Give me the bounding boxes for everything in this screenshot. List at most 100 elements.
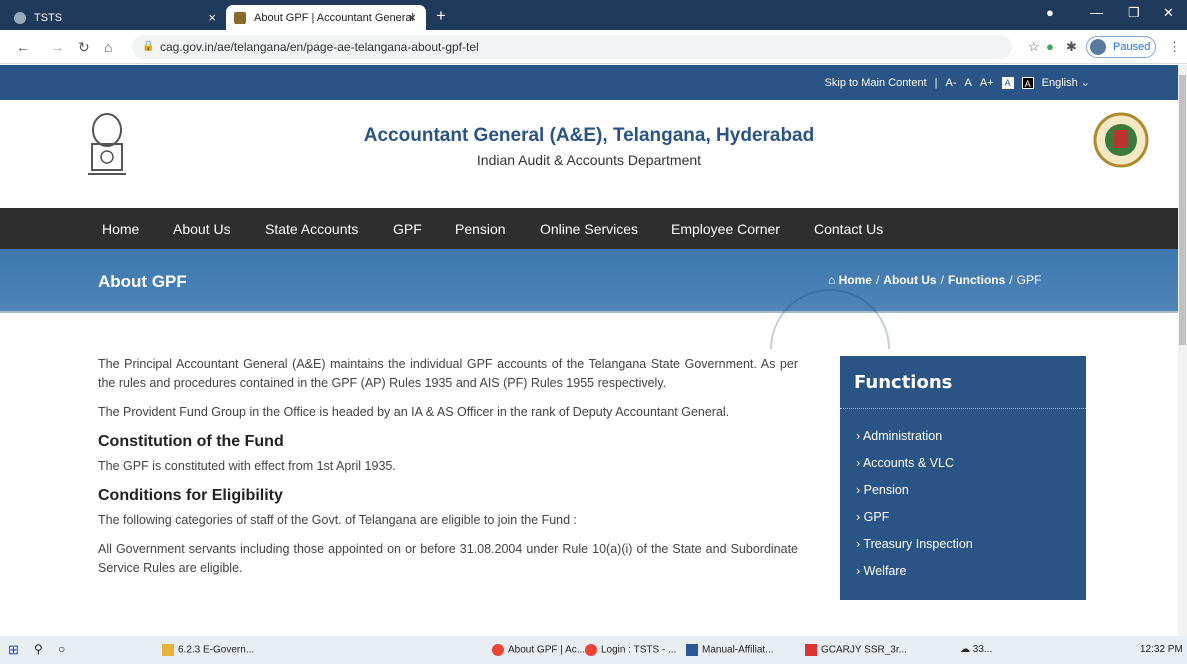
taskbar-item-label: About GPF | Ac... <box>508 644 586 656</box>
font-decrease-button[interactable]: A- <box>946 77 957 89</box>
avatar <box>1090 39 1106 55</box>
word-icon <box>686 644 698 656</box>
pf-group-paragraph: The Provident Fund Group in the Office i… <box>98 405 730 419</box>
sidebar-item-label: Pension <box>863 483 909 497</box>
windows-start-icon[interactable]: ⊞ <box>8 642 19 658</box>
tab-tsts[interactable]: TSTS × <box>6 5 226 30</box>
home-icon: ⌂ <box>828 273 839 287</box>
breadcrumb-current: GPF <box>1016 273 1042 287</box>
tab-label: About GPF | Accountant General <box>254 11 415 24</box>
extensions-puzzle-icon[interactable]: ✱ <box>1066 39 1077 55</box>
reload-icon[interactable]: ↻ <box>78 39 90 56</box>
scrollbar-thumb[interactable] <box>1179 75 1186 345</box>
font-increase-button[interactable]: A+ <box>980 77 994 89</box>
extension-icon[interactable]: ● <box>1046 39 1054 54</box>
breadcrumb-about-us[interactable]: About Us <box>883 273 936 287</box>
home-icon[interactable]: ⌂ <box>104 39 112 55</box>
national-emblem-icon <box>88 113 126 175</box>
taskbar-item-about-gpf[interactable]: About GPF | Ac... <box>492 644 585 656</box>
folder-icon <box>162 644 174 656</box>
nav-pension[interactable]: Pension <box>455 221 506 237</box>
maximize-icon[interactable]: ❐ <box>1128 5 1140 21</box>
page-title: About GPF <box>98 272 187 291</box>
sidebar-item-accounts-vlc[interactable]: › Accounts & VLC <box>856 456 954 470</box>
functions-heading: Functions <box>854 372 953 393</box>
constitution-paragraph: The GPF is constituted with effect from … <box>98 459 396 473</box>
nav-about-us[interactable]: About Us <box>173 221 231 237</box>
window-close-icon[interactable]: ✕ <box>1163 5 1174 21</box>
breadcrumb-home[interactable]: Home <box>839 273 872 287</box>
profile-button[interactable]: Paused <box>1086 36 1156 58</box>
sidebar-item-pension[interactable]: › Pension <box>856 483 909 497</box>
intro-paragraph: The Principal Accountant General (A&E) m… <box>98 357 798 390</box>
minimize-icon[interactable]: — <box>1090 5 1103 20</box>
breadcrumb: ⌂ Home / About Us / Functions / GPF <box>828 273 1042 287</box>
sidebar-item-label: Administration <box>862 429 943 443</box>
close-tab-icon[interactable]: × <box>208 10 216 25</box>
menu-kebab-icon[interactable]: ⋮ <box>1168 39 1181 55</box>
forward-icon[interactable]: → <box>50 39 64 55</box>
accessibility-bar: Skip to Main Content | A- A A+ A A Engli… <box>0 65 1178 100</box>
nav-contact-us[interactable]: Contact Us <box>814 221 883 237</box>
browser-tab-bar: TSTS × About GPF | Accountant General × … <box>0 0 1187 30</box>
sidebar-item-administration[interactable]: › Administration <box>856 429 942 443</box>
taskbar-item-egovern[interactable]: 6.2.3 E-Govern... <box>162 644 254 656</box>
site-subtitle: Indian Audit & Accounts Department <box>476 152 702 168</box>
chakra-watermark <box>770 289 890 349</box>
eligibility-rule-paragraph: All Government servants including those … <box>98 542 798 575</box>
weather-widget[interactable]: ☁ 33... <box>960 644 992 655</box>
sidebar-item-gpf[interactable]: › GPF <box>856 510 889 524</box>
site-header: Accountant General (A&E), Telangana, Hyd… <box>0 100 1178 208</box>
weather-icon: ☁ <box>960 644 973 655</box>
weather-text: 33... <box>972 644 993 655</box>
taskbar-item-manual[interactable]: Manual-Affiliat... <box>686 644 774 656</box>
sidebar-item-label: GPF <box>863 510 890 524</box>
profile-status: Paused <box>1113 41 1151 53</box>
contrast-light-button[interactable]: A <box>1001 76 1014 89</box>
sidebar-item-label: Welfare <box>863 564 907 578</box>
profile-dot-icon[interactable]: ● <box>1046 5 1054 20</box>
lock-icon: 🔒 <box>142 41 155 52</box>
functions-sidebar: Functions › Administration › Accounts & … <box>840 356 1086 600</box>
main-nav: Home About Us State Accounts GPF Pension… <box>0 208 1178 249</box>
chrome-icon <box>585 644 597 656</box>
close-tab-icon[interactable]: × <box>408 10 416 25</box>
emblem-favicon-icon <box>234 11 246 24</box>
address-bar-row: ← → ↻ ⌂ 🔒 cag.gov.in/ae/telangana/en/pag… <box>0 30 1187 64</box>
chrome-icon <box>492 644 504 656</box>
taskbar-item-label: GCARJY SSR_3r... <box>821 644 907 656</box>
nav-state-accounts[interactable]: State Accounts <box>265 221 358 237</box>
taskbar-item-login-tsts[interactable]: Login : TSTS - ... <box>585 644 676 656</box>
sidebar-item-label: Accounts & VLC <box>862 456 954 470</box>
eligibility-paragraph: The following categories of staff of the… <box>98 513 578 527</box>
nav-home[interactable]: Home <box>102 221 139 237</box>
url-field[interactable]: 🔒 cag.gov.in/ae/telangana/en/page-ae-tel… <box>132 35 1012 59</box>
sidebar-item-treasury-inspection[interactable]: › Treasury Inspection <box>856 537 973 551</box>
font-normal-button[interactable]: A <box>965 77 972 89</box>
new-tab-icon[interactable]: + <box>436 6 446 26</box>
site-title: Accountant General (A&E), Telangana, Hyd… <box>363 125 815 146</box>
page-scrollbar[interactable] <box>1178 65 1187 636</box>
tsts-favicon-icon <box>14 11 26 24</box>
back-icon[interactable]: ← <box>16 39 30 55</box>
taskbar-item-label: 6.2.3 E-Govern... <box>178 644 255 656</box>
main-content: The Principal Accountant General (A&E) m… <box>98 355 798 588</box>
windows-taskbar: ⊞ ⚲ ○ 6.2.3 E-Govern... About GPF | Ac..… <box>0 636 1187 664</box>
cortana-icon[interactable]: ○ <box>58 642 65 656</box>
taskbar-item-label: Manual-Affiliat... <box>702 644 774 656</box>
tab-about-gpf[interactable]: About GPF | Accountant General × <box>226 5 426 30</box>
divider: | <box>934 76 938 89</box>
language-select[interactable]: English ⌄ <box>1042 76 1090 89</box>
nav-employee-corner[interactable]: Employee Corner <box>671 221 780 237</box>
nav-gpf[interactable]: GPF <box>393 221 422 237</box>
search-icon[interactable]: ⚲ <box>34 642 43 656</box>
skip-to-main-link[interactable]: Skip to Main Content <box>825 77 927 89</box>
breadcrumb-functions[interactable]: Functions <box>948 273 1005 287</box>
bookmark-star-icon[interactable]: ☆ <box>1028 39 1040 55</box>
nav-online-services[interactable]: Online Services <box>540 221 638 237</box>
taskbar-clock[interactable]: 12:32 PM <box>1140 644 1183 655</box>
sidebar-item-welfare[interactable]: › Welfare <box>856 564 906 578</box>
taskbar-item-label: Login : TSTS - ... <box>601 644 677 656</box>
contrast-dark-button[interactable]: A <box>1021 76 1034 89</box>
taskbar-item-gcarjy[interactable]: GCARJY SSR_3r... <box>805 644 907 656</box>
